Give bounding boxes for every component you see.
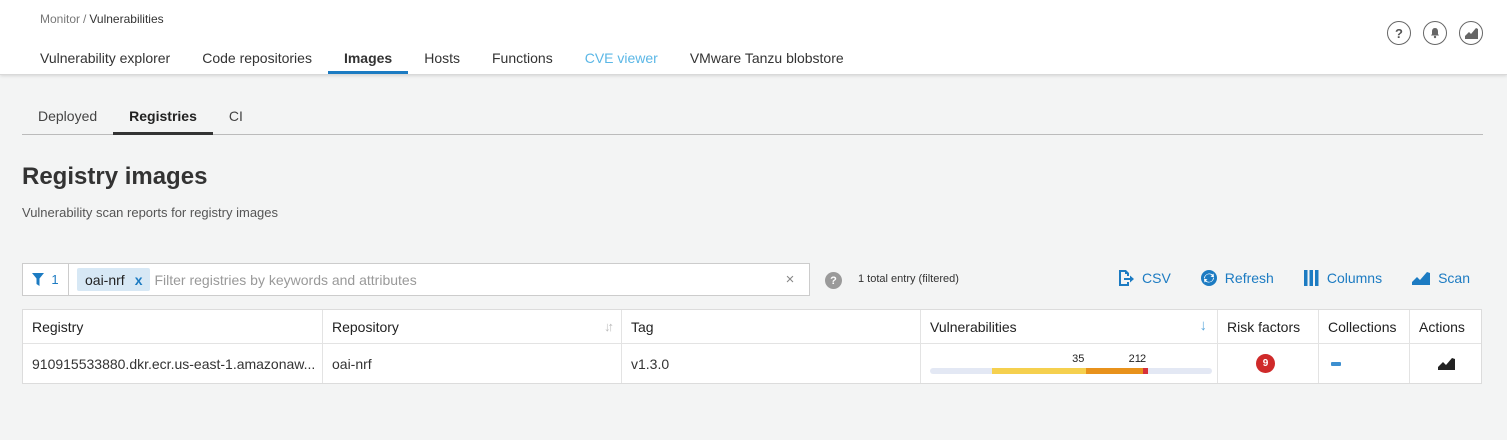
filter-toggle-button[interactable]: 1 — [23, 264, 69, 295]
sub-tabs: Deployed Registries CI — [22, 100, 1483, 135]
column-header-actions: Actions — [1419, 318, 1465, 335]
column-header-vulnerabilities-label: Vulnerabilities — [930, 318, 1017, 335]
filter-chip: oai-nrf x — [77, 268, 151, 291]
breadcrumb: Monitor / Vulnerabilities — [40, 12, 164, 26]
vulnerabilities-cell[interactable]: 35 21 2 — [921, 344, 1218, 383]
help-icon[interactable]: ? — [1387, 21, 1411, 45]
vulnerability-track — [930, 368, 1212, 374]
collection-indicator — [1331, 361, 1341, 366]
actions-cell — [1410, 344, 1481, 383]
column-header-collections[interactable]: Collections — [1319, 310, 1410, 343]
scan-label: Scan — [1438, 270, 1470, 286]
vuln-segment-high — [1086, 368, 1143, 374]
column-header-vulnerabilities[interactable]: Vulnerabilities ↓ — [921, 310, 1218, 343]
top-icons: ? — [1387, 21, 1483, 45]
breadcrumb-current: Vulnerabilities — [89, 12, 164, 26]
columns-icon — [1303, 270, 1319, 286]
refresh-label: Refresh — [1224, 270, 1274, 286]
vuln-segment-critical — [1142, 368, 1148, 374]
scan-icon — [1412, 272, 1431, 285]
tab-vmware-tanzu-blobstore[interactable]: VMware Tanzu blobstore — [674, 42, 860, 75]
scan-row-icon[interactable] — [1438, 357, 1455, 370]
tab-functions[interactable]: Functions — [476, 42, 569, 75]
registry-images-table: Registry Repository ↓↑ Tag Vulnerabiliti… — [22, 309, 1482, 384]
risk-factors-cell[interactable]: 9 — [1218, 344, 1319, 383]
subtab-deployed[interactable]: Deployed — [22, 100, 113, 134]
table-header-row: Registry Repository ↓↑ Tag Vulnerabiliti… — [23, 310, 1481, 344]
help-icon[interactable]: ? — [825, 272, 842, 289]
filter-input[interactable] — [154, 271, 771, 288]
subtab-registries[interactable]: Registries — [113, 100, 213, 135]
filter-icon — [32, 273, 45, 286]
column-header-registry[interactable]: Registry — [23, 310, 323, 343]
total-entry-count: 1 total entry (filtered) — [858, 273, 959, 285]
csv-button[interactable]: CSV — [1118, 270, 1171, 286]
sort-descending-icon[interactable]: ↓ — [1200, 317, 1208, 334]
radar-icon[interactable] — [1459, 21, 1483, 45]
filter-chip-label: oai-nrf — [85, 271, 125, 288]
toolbar-actions: CSV Refresh Columns Scan — [1118, 270, 1470, 286]
column-header-repository[interactable]: Repository ↓↑ — [323, 310, 622, 343]
repository-cell[interactable]: oai-nrf — [323, 344, 622, 383]
tag-cell[interactable]: v1.3.0 — [622, 344, 921, 383]
scan-button[interactable]: Scan — [1412, 270, 1470, 286]
tab-vulnerability-explorer[interactable]: Vulnerability explorer — [24, 42, 186, 75]
page-title: Registry images — [22, 163, 208, 190]
registry-cell[interactable]: 910915533880.dkr.ecr.us-east-1.amazonaw.… — [23, 344, 323, 383]
vuln-segment-medium — [992, 368, 1087, 374]
tab-hosts[interactable]: Hosts — [408, 42, 476, 75]
filter-count: 1 — [51, 272, 59, 287]
columns-label: Columns — [1326, 270, 1383, 286]
subtab-ci[interactable]: CI — [213, 100, 259, 134]
vuln-count-medium: 35 — [1072, 353, 1085, 365]
refresh-icon — [1200, 270, 1217, 286]
collections-cell — [1319, 344, 1410, 383]
filter-chip-remove-button[interactable]: x — [135, 272, 143, 288]
filter-clear-button[interactable]: × — [771, 271, 809, 288]
breadcrumb-separator: / — [83, 12, 87, 26]
column-header-repository-label: Repository — [332, 318, 399, 335]
tab-code-repositories[interactable]: Code repositories — [186, 42, 328, 75]
vulnerability-bar[interactable]: 35 21 2 — [930, 344, 1212, 383]
page-subtitle: Vulnerability scan reports for registry … — [22, 205, 279, 220]
sort-icon[interactable]: ↓↑ — [604, 319, 614, 334]
vuln-count-critical: 2 — [1140, 353, 1147, 365]
column-header-tag[interactable]: Tag — [622, 310, 921, 343]
columns-button[interactable]: Columns — [1303, 270, 1383, 286]
refresh-button[interactable]: Refresh — [1200, 270, 1274, 286]
tab-images[interactable]: Images — [327, 42, 409, 75]
table-row[interactable]: 910915533880.dkr.ecr.us-east-1.amazonaw.… — [23, 344, 1481, 383]
filter-bar: 1 oai-nrf x × — [22, 263, 810, 296]
tab-cve-viewer[interactable]: CVE viewer — [569, 42, 674, 75]
export-icon — [1119, 270, 1134, 286]
column-header-risk-factors[interactable]: Risk factors — [1218, 310, 1319, 343]
breadcrumb-root[interactable]: Monitor — [40, 12, 80, 26]
risk-factors-badge[interactable]: 9 — [1256, 354, 1275, 373]
notifications-icon[interactable] — [1423, 21, 1447, 45]
main-tabs: Vulnerability explorer Code repositories… — [24, 42, 860, 75]
top-bar: Monitor / Vulnerabilities Vulnerability ex… — [0, 0, 1507, 75]
csv-label: CSV — [1142, 270, 1171, 286]
